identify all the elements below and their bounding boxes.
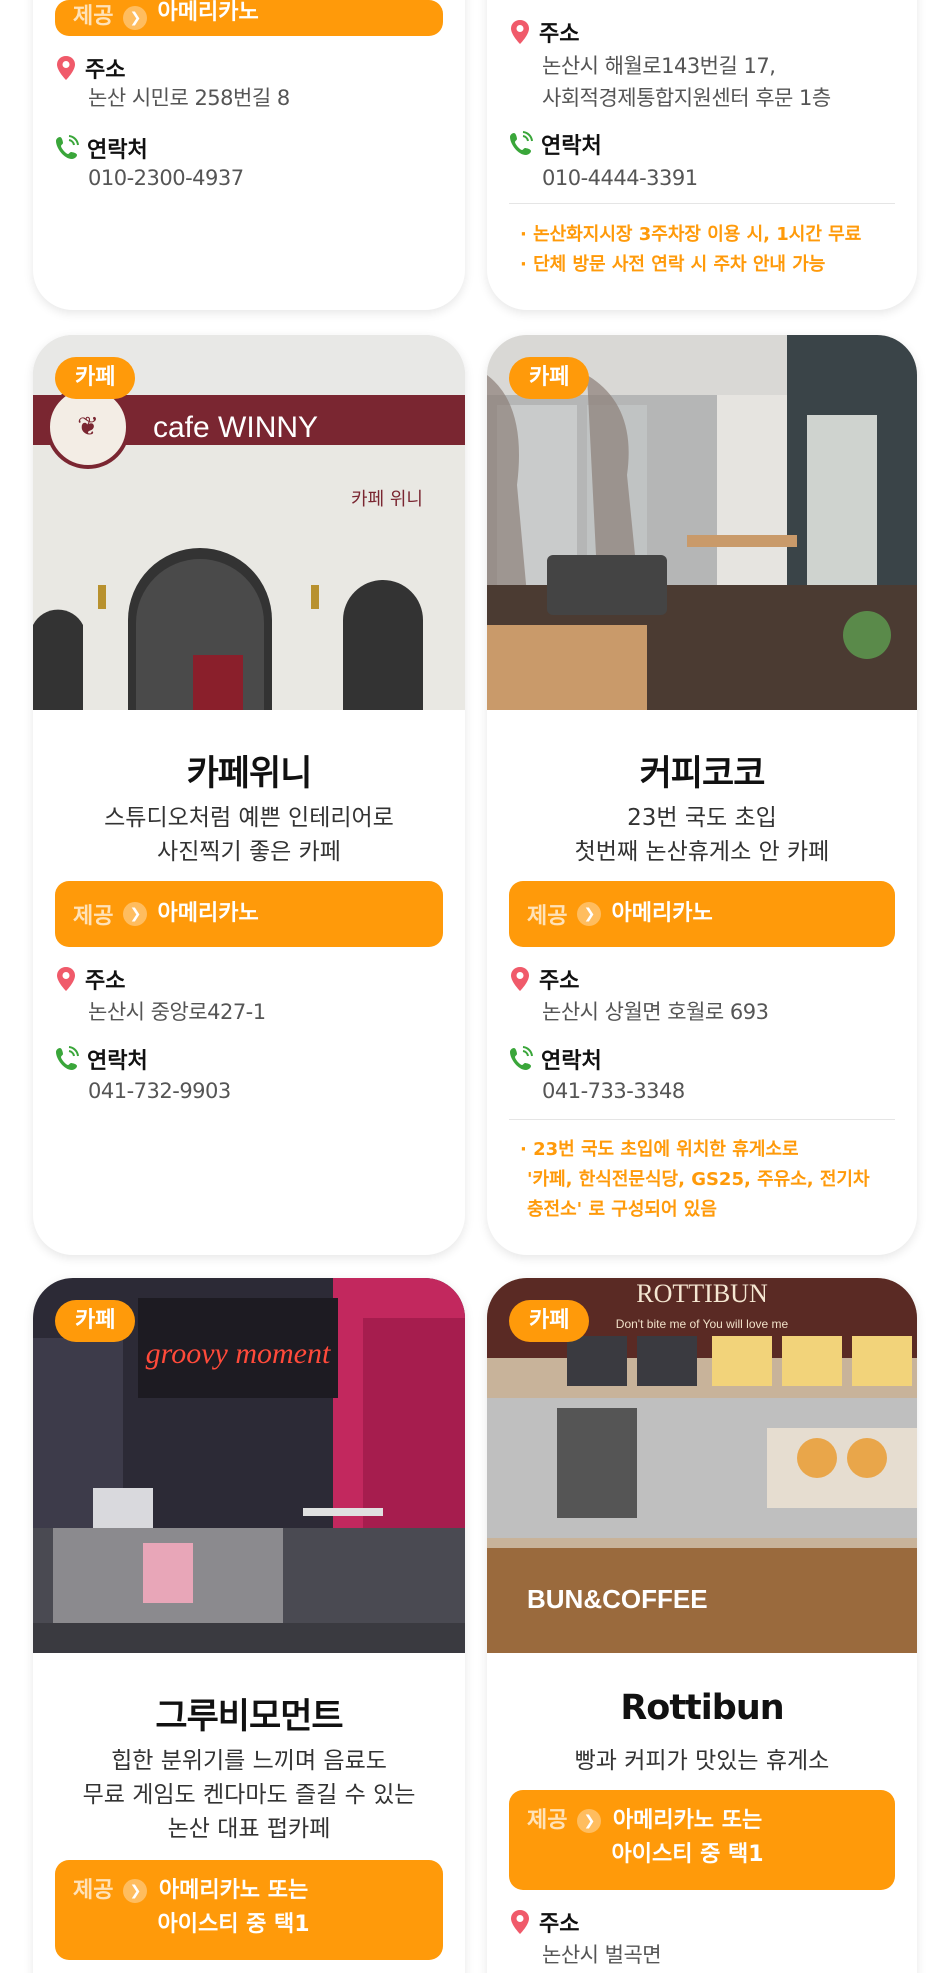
offer-line: 아이스티 중 택1 (611, 1842, 764, 1867)
offer-box: 제공 ❯ 아메리카노 (509, 881, 895, 947)
map-pin-icon (511, 20, 529, 44)
address-heading: 주소 (509, 1906, 579, 1938)
desc-line: 무료 게임도 켄다마도 즐길 수 있는 (82, 1782, 416, 1808)
divider (509, 203, 895, 204)
offer-box: 제공 ❯ 아메리카노 또는 아이스티 중 택1 (509, 1790, 895, 1890)
contact-heading: 연락처 (509, 128, 602, 160)
offer-value: 아메리카노 (157, 901, 259, 926)
chevron-right-icon: ❯ (577, 1809, 602, 1833)
contact-heading: 연락처 (55, 132, 148, 164)
address-heading: 주소 (509, 963, 579, 995)
category-tag: 카페 (55, 357, 136, 399)
offer-value: 아메리카노 (157, 0, 259, 25)
offer-line: 아메리카노 또는 (612, 1808, 763, 1833)
chevron-right-icon: ❯ (123, 6, 148, 30)
cafe-title: 커피코코 (639, 754, 766, 794)
offer-box: 제공 ❯ 아메리카노 또는 아이스티 중 택1 (55, 1860, 443, 1960)
offer-value: 아메리카노 (611, 901, 713, 926)
desc-line: 빵과 커피가 맛있는 휴게소 (574, 1748, 830, 1774)
address-value: 논산시 중앙로427-1 (88, 1000, 266, 1024)
offer-box: 제공 ❯ 아메리카노 (55, 881, 443, 947)
chevron-right-icon: ❯ (577, 902, 602, 926)
desc-line: 23번 국도 초입 (627, 805, 777, 831)
address-label: 주소 (539, 22, 580, 47)
address-value: 논산시 벌곡면 (542, 1943, 662, 1967)
cafe-card[interactable]: ROTTIBUN Don't bite me of You will love … (487, 1278, 917, 1973)
phone-icon (510, 131, 533, 155)
map-pin-icon (511, 1910, 529, 1934)
note-line: 충전소' 로 구성되어 있음 (527, 1199, 717, 1220)
offer-prefix: 제공 (73, 4, 114, 29)
cafe-card[interactable]: 주소 논산시 해월로143번길 17, 사회적경제통합지원센터 후문 1층 연락… (487, 0, 917, 310)
desc-line: 사진찍기 좋은 카페 (157, 839, 341, 865)
svg-text:카페 위니: 카페 위니 (351, 489, 423, 510)
chevron-right-icon: ❯ (123, 902, 148, 926)
contact-heading: 연락처 (55, 1043, 148, 1075)
note-line: · 23번 국도 초입에 위치한 휴게소로 (520, 1139, 799, 1160)
offer-prefix: 제공 (73, 1878, 114, 1903)
map-pin-icon (511, 967, 529, 991)
phone-value: 041-732-9903 (88, 1079, 231, 1103)
address-heading: 주소 (509, 16, 579, 48)
svg-text:Don't bite me of You will love: Don't bite me of You will love me (616, 1317, 789, 1331)
offer-line: 아메리카노 또는 (158, 1878, 309, 1903)
phone-icon (56, 1046, 79, 1070)
address-value: 논산 시민로 258번길 8 (88, 86, 290, 110)
address-label: 주소 (539, 1912, 580, 1937)
cafe-title: 카페위니 (186, 754, 313, 794)
cafe-title: Rottibun (620, 1688, 784, 1728)
divider (509, 1119, 895, 1120)
offer-prefix: 제공 (73, 904, 114, 929)
note-line: · 논산화지시장 3주차장 이용 시, 1시간 무료 (520, 224, 862, 245)
offer-prefix: 제공 (527, 904, 568, 929)
svg-text:❦: ❦ (77, 412, 99, 441)
category-tag: 카페 (509, 1300, 590, 1342)
address-value: 논산시 상월면 호월로 693 (542, 1000, 769, 1024)
address-label: 주소 (85, 969, 126, 994)
map-pin-icon (57, 967, 75, 991)
contact-heading: 연락처 (509, 1043, 602, 1075)
note-line: · 단체 방문 사전 연락 시 주차 안내 가능 (520, 254, 826, 275)
address-line: 논산시 해월로143번길 17, (542, 54, 776, 78)
cafe-list-page: 제공 ❯ 아메리카노 주소 논산 시민로 258번길 8 연락처 010-230… (0, 0, 950, 1973)
svg-text:cafe WINNY: cafe WINNY (153, 411, 318, 444)
desc-line: 힙한 분위기를 느끼며 음료도 (111, 1748, 387, 1774)
address-heading: 주소 (55, 963, 125, 995)
category-tag: 카페 (509, 357, 590, 399)
offer-line: 아이스티 중 택1 (157, 1912, 310, 1937)
svg-text:groovy moment: groovy moment (146, 1337, 331, 1370)
cafe-card[interactable]: 카페 커피코코 23번 국도 초입 첫번째 논산휴게소 안 카페 제공 ❯ 아메… (487, 335, 917, 1255)
phone-value: 010-2300-4937 (88, 166, 244, 190)
svg-text:BUN&COFFEE: BUN&COFFEE (527, 1584, 708, 1614)
address-heading: 주소 (55, 52, 125, 84)
category-tag: 카페 (55, 1300, 136, 1342)
contact-label: 연락처 (87, 1049, 148, 1074)
map-pin-icon (57, 56, 75, 80)
phone-icon (56, 135, 79, 159)
offer-prefix: 제공 (527, 1808, 568, 1833)
note-line: '카페, 한식전문식당, GS25, 주유소, 전기차 (527, 1169, 870, 1190)
desc-line: 논산 대표 펍카페 (167, 1816, 331, 1842)
offer-box: 제공 ❯ 아메리카노 (55, 0, 443, 36)
phone-icon (510, 1046, 533, 1070)
contact-label: 연락처 (87, 138, 148, 163)
cafe-title: 그루비모먼트 (155, 1697, 343, 1737)
phone-value: 010-4444-3391 (542, 166, 698, 190)
address-label: 주소 (85, 58, 126, 83)
address-label: 주소 (539, 969, 580, 994)
contact-label: 연락처 (541, 134, 602, 159)
contact-label: 연락처 (541, 1049, 602, 1074)
cafe-card[interactable]: groovy moment 카페 그루비모먼트 힙한 분위기를 느끼며 음료도 … (33, 1278, 465, 1973)
cafe-card[interactable]: ❦ cafe WINNY 카페 위니 카페 카페위니 스튜디오처럼 예쁜 인테리… (33, 335, 465, 1255)
address-line: 사회적경제통합지원센터 후문 1층 (542, 86, 831, 110)
cafe-card[interactable]: 제공 ❯ 아메리카노 주소 논산 시민로 258번길 8 연락처 010-230… (33, 0, 465, 310)
desc-line: 스튜디오처럼 예쁜 인테리어로 (104, 805, 394, 831)
svg-text:ROTTIBUN: ROTTIBUN (636, 1279, 768, 1308)
chevron-right-icon: ❯ (123, 1879, 148, 1903)
phone-value: 041-733-3348 (542, 1079, 685, 1103)
desc-line: 첫번째 논산휴게소 안 카페 (574, 839, 830, 865)
